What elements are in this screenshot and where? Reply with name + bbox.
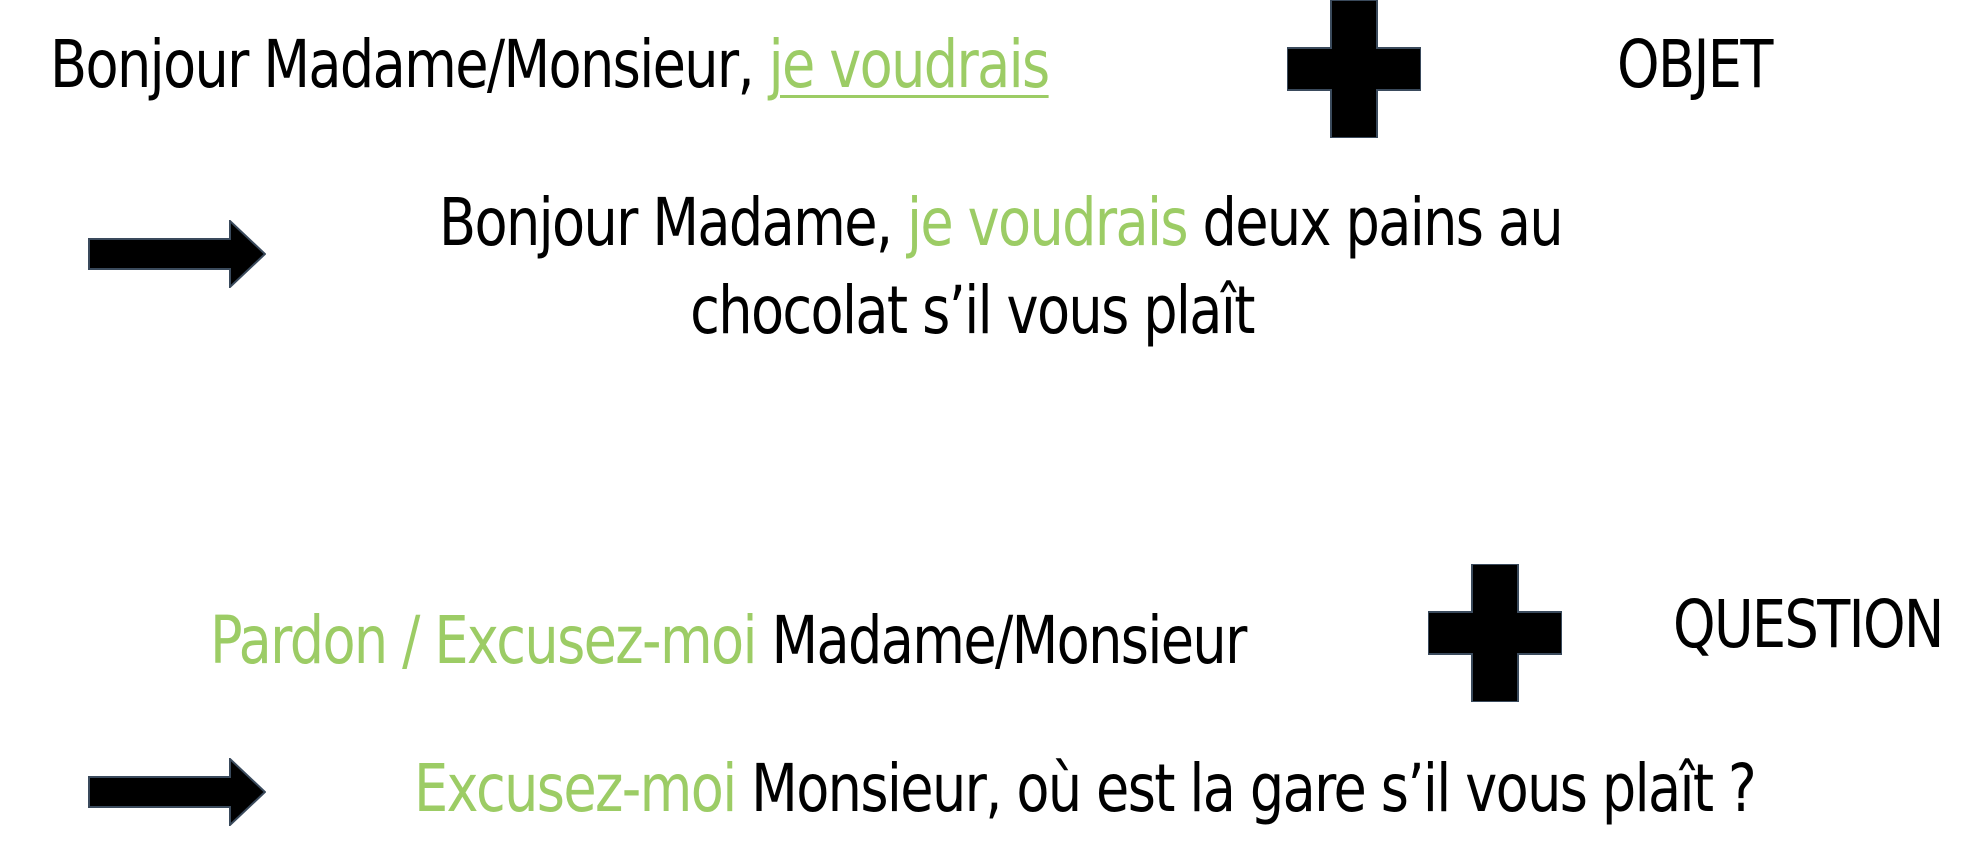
question-label: QUESTION [1673, 586, 1944, 663]
rule1-example-phrase: je voudrais [907, 184, 1189, 261]
rule2-phrase: Pardon / Excusez-moi [210, 602, 758, 679]
rule1-greeting: Bonjour Madame/Monsieur, [50, 26, 769, 103]
rule1-formula: Bonjour Madame/Monsieur, je voudrais [50, 32, 1050, 98]
plus-icon [1428, 564, 1562, 702]
rule1-example-line1: Bonjour Madame, je voudrais deux pains a… [439, 190, 1564, 256]
rule1-example-part1: Bonjour Madame, [439, 184, 908, 261]
rule2-example: Excusez-moi Monsieur, où est la gare s’i… [414, 756, 1757, 822]
rule2-example-phrase: Excusez-moi [414, 750, 737, 827]
arrow-right-icon [88, 758, 266, 826]
plus-icon [1287, 0, 1421, 138]
rule2-address: Madame/Monsieur [755, 602, 1247, 679]
rule1-phrase: je voudrais [768, 26, 1051, 103]
arrow-right-icon [88, 220, 266, 288]
object-label: OBJET [1617, 26, 1773, 103]
rule2-formula: Pardon / Excusez-moi Madame/Monsieur [210, 608, 1247, 674]
rule1-example-line2: chocolat s’il vous plaît [690, 272, 1255, 349]
slide: Bonjour Madame/Monsieur, je voudrais OBJ… [0, 0, 1964, 862]
rule1-example-part2: deux pains au [1186, 184, 1563, 261]
rule2-example-rest: Monsieur, où est la gare s’il vous plaît… [735, 750, 1757, 827]
